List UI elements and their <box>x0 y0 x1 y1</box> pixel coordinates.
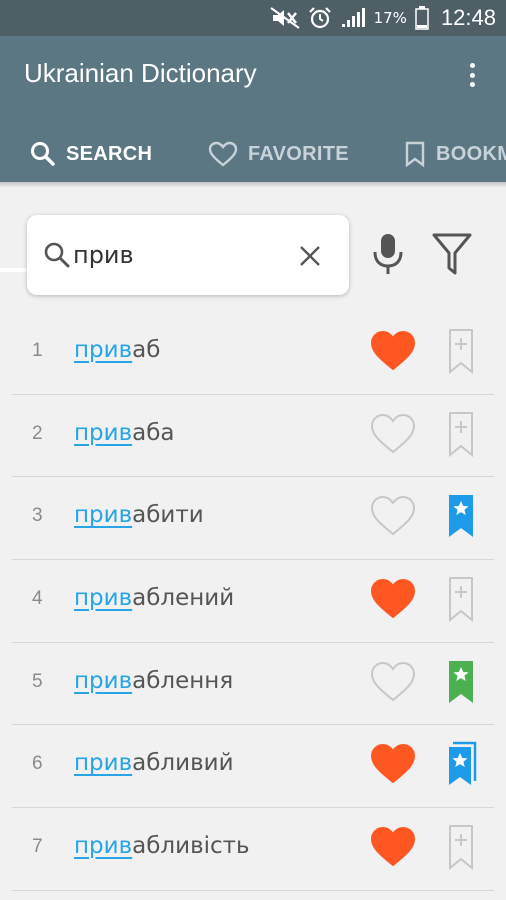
word-rest: аб <box>132 337 161 363</box>
word-rest: аба <box>132 419 175 446</box>
item-word[interactable]: привабити <box>74 502 204 528</box>
item-word[interactable]: приваблення <box>74 668 233 694</box>
match-highlight: прив <box>74 337 133 363</box>
item-word[interactable]: привабливість <box>74 833 250 859</box>
list-item[interactable]: 5 приваблення <box>12 643 494 726</box>
battery-percent: 17% <box>373 9 407 27</box>
heart-outline-icon <box>208 141 238 167</box>
mute-icon <box>270 7 300 29</box>
results-list: 1 приваб 2 приваба 3 привабити 4 привабл… <box>12 312 494 891</box>
bookmark-green-icon[interactable] <box>447 659 475 707</box>
search-icon <box>44 242 70 268</box>
bookmark-outline-icon <box>405 141 425 167</box>
item-number: 7 <box>32 836 43 858</box>
tab-search-label: SEARCH <box>66 142 153 165</box>
overflow-dot-icon <box>469 82 475 87</box>
search-icon <box>31 142 55 166</box>
tab-bookmarks[interactable]: BOOKM <box>404 126 506 182</box>
app-title: Ukrainian Dictionary <box>24 58 257 88</box>
status-bar: 17% 12:48 <box>0 0 506 36</box>
bookmark-multi-icon[interactable] <box>447 741 477 789</box>
item-number: 5 <box>32 670 43 692</box>
search-box <box>27 215 349 295</box>
match-highlight: прив <box>74 667 133 694</box>
item-number: 3 <box>32 505 43 527</box>
match-highlight: прив <box>74 585 133 612</box>
word-rest: абити <box>132 502 204 529</box>
list-item[interactable]: 4 приваблений <box>12 560 494 643</box>
word-rest: абливість <box>132 833 250 860</box>
word-rest: абливий <box>132 750 234 777</box>
signal-icon <box>341 8 365 27</box>
match-highlight: прив <box>74 833 133 860</box>
bookmark-add-icon[interactable] <box>447 328 475 376</box>
bookmark-blue-icon[interactable] <box>447 493 475 541</box>
heart-filled-icon[interactable] <box>370 826 416 868</box>
item-number: 6 <box>32 753 43 775</box>
item-number: 2 <box>32 422 43 444</box>
overflow-dot-icon <box>469 63 475 68</box>
list-item[interactable]: 3 привабити <box>12 477 494 561</box>
status-icons: 17% 12:48 <box>270 0 496 36</box>
list-item[interactable]: 6 привабливий <box>12 725 494 809</box>
clear-icon[interactable] <box>299 245 321 267</box>
heart-outline-icon[interactable] <box>370 495 416 537</box>
bookmark-add-icon[interactable] <box>447 411 475 459</box>
match-highlight: прив <box>74 502 133 529</box>
match-highlight: прив <box>74 419 133 446</box>
heart-filled-icon[interactable] <box>370 743 416 785</box>
heart-outline-icon[interactable] <box>370 413 416 455</box>
tab-favorite-label: FAVORITE <box>248 142 349 165</box>
list-item[interactable]: 7 привабливість <box>12 808 494 891</box>
overflow-dot-icon <box>469 72 475 78</box>
battery-icon <box>415 6 429 30</box>
clock: 12:48 <box>440 5 496 30</box>
heart-filled-icon[interactable] <box>370 578 416 620</box>
filter-icon[interactable] <box>432 232 472 276</box>
overflow-menu-button[interactable] <box>460 60 484 90</box>
item-word[interactable]: привабливий <box>74 750 234 776</box>
word-rest: аблений <box>132 585 235 612</box>
word-rest: аблення <box>132 667 234 694</box>
match-highlight: прив <box>74 750 133 777</box>
item-word[interactable]: приваб <box>74 337 160 363</box>
list-item[interactable]: 1 приваб <box>12 312 494 395</box>
search-input[interactable] <box>73 235 283 275</box>
item-number: 1 <box>32 340 43 361</box>
alarm-icon <box>308 7 331 29</box>
appbar-shadow <box>0 182 506 188</box>
tab-bookmarks-label: BOOKM <box>436 142 506 165</box>
tab-bar: SEARCH FAVORITE BOOKM <box>0 126 506 272</box>
app-bar: Ukrainian Dictionary SEARCH FAVORITE BOO… <box>0 36 506 272</box>
tab-search[interactable]: SEARCH <box>30 126 152 182</box>
item-number: 4 <box>32 588 43 610</box>
item-word[interactable]: приваба <box>74 420 175 446</box>
bookmark-add-icon[interactable] <box>447 824 475 872</box>
item-word[interactable]: приваблений <box>74 585 234 611</box>
tab-favorite[interactable]: FAVORITE <box>208 126 349 182</box>
list-item[interactable]: 2 приваба <box>12 395 494 478</box>
microphone-icon[interactable] <box>370 232 406 276</box>
heart-outline-icon[interactable] <box>370 661 416 703</box>
bookmark-add-icon[interactable] <box>447 576 475 624</box>
heart-filled-icon[interactable] <box>370 330 416 372</box>
